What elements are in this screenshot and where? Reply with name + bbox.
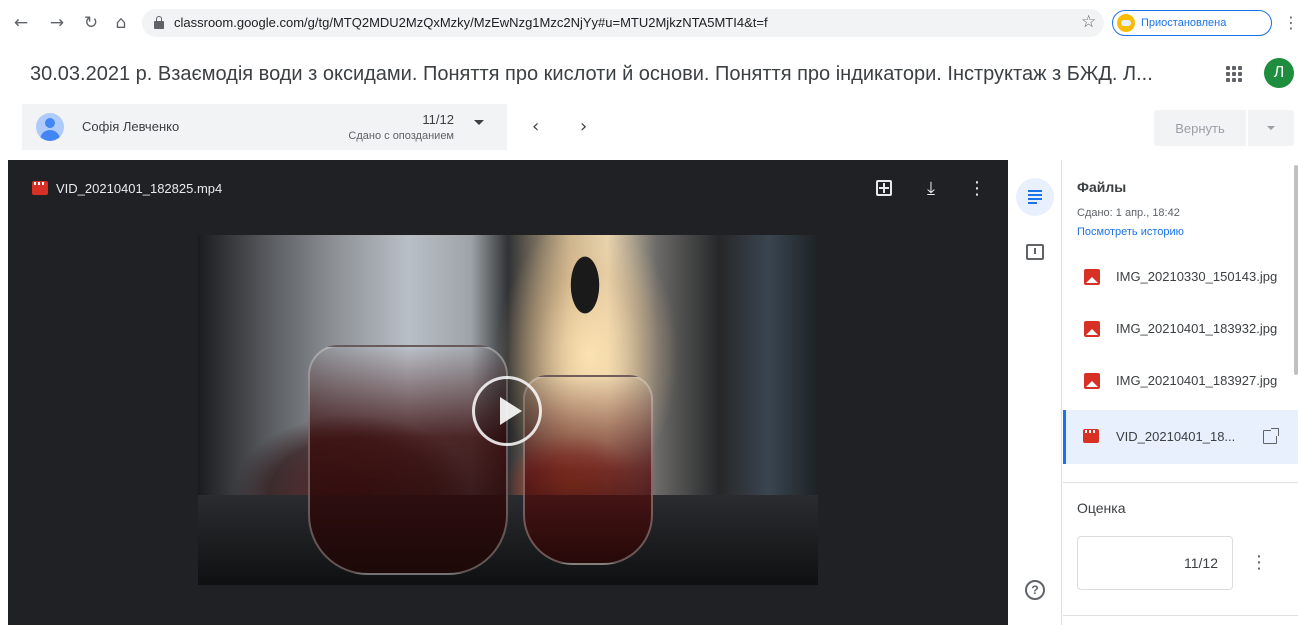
student-selector[interactable]: Софія Левченко 11/12 Сдано с опозданием: [22, 104, 507, 150]
back-arrow-icon[interactable]: ←: [10, 12, 32, 34]
profile-avatar-icon: [1117, 14, 1135, 32]
more-options-icon[interactable]: ⋮: [966, 177, 988, 199]
file-list-item[interactable]: IMG_20210401_183932.jpg: [1063, 304, 1298, 354]
reload-icon[interactable]: ↻: [80, 12, 102, 34]
comment-icon[interactable]: [1026, 244, 1044, 260]
chevron-down-icon[interactable]: [474, 120, 484, 125]
bookmark-star-icon[interactable]: ☆: [1081, 12, 1096, 32]
file-name: IMG_20210401_183927.jpg: [1116, 373, 1278, 388]
file-list-item-selected[interactable]: VID_20210401_18...: [1063, 410, 1298, 464]
image-icon: [1084, 269, 1100, 285]
video-icon: [1083, 429, 1099, 443]
student-grade: 11/12: [422, 112, 454, 127]
apps-grid-icon[interactable]: [1224, 64, 1244, 84]
url-text[interactable]: classroom.google.com/g/tg/MTQ2MDU2MzQxMz…: [174, 15, 768, 30]
add-to-drive-icon[interactable]: [873, 177, 895, 199]
profile-paused-button[interactable]: Приостановлена: [1112, 10, 1272, 36]
files-title: Файлы: [1077, 179, 1127, 195]
file-list-item[interactable]: IMG_20210401_183927.jpg: [1063, 356, 1298, 406]
image-icon: [1084, 321, 1100, 337]
address-bar[interactable]: classroom.google.com/g/tg/MTQ2MDU2MzQxMz…: [142, 9, 1104, 37]
image-icon: [1084, 373, 1100, 389]
user-avatar[interactable]: Л: [1264, 58, 1294, 88]
viewer-file-name: VID_20210401_182825.mp4: [56, 181, 223, 196]
browser-toolbar: ← → ↻ ⌂ classroom.google.com/g/tg/MTQ2MD…: [0, 0, 1298, 50]
student-avatar: [36, 113, 64, 141]
chevron-down-icon: [1267, 126, 1275, 130]
student-status: Сдано с опозданием: [348, 130, 454, 142]
previous-student-button[interactable]: ‹: [532, 116, 539, 137]
page-title: 30.03.2021 р. Взаємодія води з оксидами.…: [30, 63, 1153, 85]
divider: [1063, 615, 1298, 616]
help-icon[interactable]: ?: [1025, 580, 1045, 600]
play-button-icon[interactable]: [472, 376, 542, 446]
forward-arrow-icon[interactable]: →: [46, 12, 68, 34]
file-name: IMG_20210330_150143.jpg: [1116, 269, 1278, 284]
download-icon[interactable]: ⤓: [920, 177, 942, 199]
grade-title: Оценка: [1077, 500, 1126, 516]
grade-input[interactable]: 11/12: [1077, 536, 1233, 590]
home-icon[interactable]: ⌂: [110, 12, 132, 34]
files-panel: Файлы Сдано: 1 апр., 18:42 Посмотреть ис…: [1063, 160, 1298, 625]
file-name: IMG_20210401_183932.jpg: [1116, 321, 1278, 336]
panel-scrollbar[interactable]: [1294, 165, 1298, 375]
assignment-header: 30.03.2021 р. Взаємодія води з оксидами.…: [0, 50, 1298, 100]
next-student-button[interactable]: ›: [580, 116, 587, 137]
browser-menu-icon[interactable]: ⋮: [1283, 13, 1298, 32]
profile-status-label: Приостановлена: [1141, 17, 1227, 29]
open-in-new-window-icon[interactable]: [1263, 428, 1279, 444]
return-options-button[interactable]: [1248, 110, 1294, 146]
submitted-time: Сдано: 1 апр., 18:42: [1077, 207, 1180, 219]
file-list-item[interactable]: IMG_20210330_150143.jpg: [1063, 252, 1298, 302]
divider: [1063, 482, 1298, 483]
file-viewer: VID_20210401_182825.mp4 ⤓ ⋮: [8, 160, 1008, 625]
files-panel-icon[interactable]: [1016, 178, 1054, 216]
side-icon-rail: ?: [1008, 160, 1062, 625]
video-player[interactable]: [198, 235, 818, 585]
return-button[interactable]: Вернуть: [1154, 110, 1246, 146]
student-name: Софія Левченко: [82, 119, 180, 134]
file-name: VID_20210401_18...: [1116, 429, 1236, 444]
view-history-link[interactable]: Посмотреть историю: [1077, 226, 1184, 238]
lock-icon: [154, 16, 164, 29]
video-file-icon: [32, 181, 48, 195]
grade-more-icon[interactable]: ⋮: [1249, 552, 1269, 573]
